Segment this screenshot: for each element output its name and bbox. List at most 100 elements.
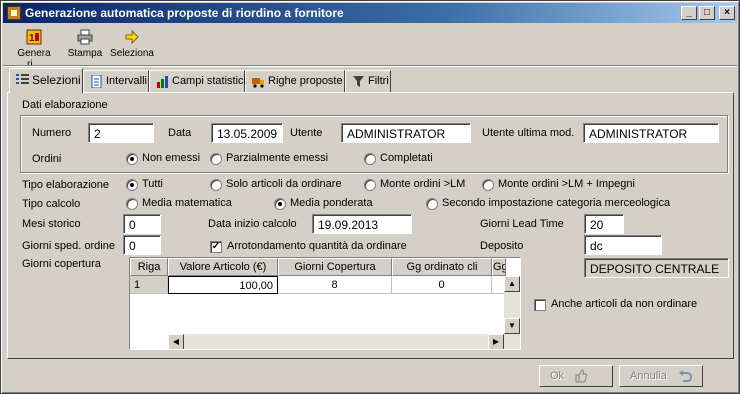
grid-header-giorni[interactable]: Giorni Copertura [278, 258, 392, 276]
tab-filtri[interactable]: Filtri [345, 70, 391, 92]
radio-label: Solo articoli da ordinare [226, 178, 342, 190]
tab-campi-statistici[interactable]: Campi statistici [149, 70, 246, 92]
minimize-button[interactable]: _ [681, 6, 697, 20]
deposito-label: Deposito [480, 240, 524, 252]
scroll-up-icon[interactable]: ▲ [504, 276, 520, 292]
thumbs-up-icon [574, 369, 588, 386]
grid-vertical-scrollbar[interactable]: ▲ ▼ [504, 276, 520, 349]
main-window: Generazione automatica proposte di riord… [0, 0, 740, 394]
grid-header-gg-ordinato[interactable]: Gg ordinato cli [392, 258, 492, 276]
radio-label: Non emessi [142, 152, 201, 164]
table-row-gg-ordinato-cell[interactable]: 0 [392, 276, 492, 294]
numero-label: Numero [32, 127, 72, 139]
tab-intervalli-label: Intervalli [106, 75, 147, 87]
radio-label: Monte ordini >LM + Impegni [498, 178, 635, 190]
radio-label: Media ponderata [290, 197, 373, 209]
radio-dot [426, 198, 438, 210]
data-label: Data [168, 127, 192, 139]
radio-dot [274, 198, 286, 210]
genera-button[interactable]: 1 Genera ri... [11, 29, 57, 70]
anche-articoli-checkbox[interactable]: Anche articoli da non ordinare [534, 298, 698, 311]
tipo-elaborazione-label: Tipo elaborazione [22, 179, 110, 191]
data-inizio-field[interactable]: 19.09.2013 [312, 214, 412, 234]
ordini-non-emessi-radio[interactable]: Non emessi [126, 152, 201, 165]
ordini-label: Ordini [32, 153, 62, 165]
tab-righe-proposte[interactable]: Righe proposte [245, 70, 345, 92]
scroll-right-icon[interactable]: ▶ [488, 334, 504, 349]
dati-elaborazione-heading: Dati elaborazione [22, 99, 108, 111]
mesi-storico-field[interactable]: 0 [123, 214, 161, 234]
annulla-label: Annulla [630, 370, 667, 382]
tab-righe-proposte-label: Righe proposte [268, 75, 343, 87]
numero-field[interactable]: 2 [88, 123, 154, 143]
sped-ordine-field[interactable]: 0 [123, 235, 161, 255]
table-row-giorni-cell[interactable]: 8 [278, 276, 392, 294]
ok-button[interactable]: Ok [539, 365, 613, 387]
radio-dot [482, 179, 494, 191]
interval-icon [90, 74, 103, 89]
sped-ordine-label: Giorni sped. ordine [22, 240, 115, 252]
undo-icon [678, 369, 693, 386]
radio-label: Tutti [142, 178, 163, 190]
maximize-button[interactable]: □ [699, 6, 715, 20]
elab-monte-ordini-impegni-radio[interactable]: Monte ordini >LM + Impegni [482, 178, 635, 191]
radio-dot [210, 153, 222, 165]
window-title: Generazione automatica proposte di riord… [25, 6, 344, 20]
data-inizio-label: Data inizio calcolo [208, 218, 297, 230]
checkbox-label: Anche articoli da non ordinare [551, 298, 698, 310]
elab-tutti-radio[interactable]: Tutti [126, 178, 163, 191]
ordini-completati-radio[interactable]: Completati [364, 152, 433, 165]
arrow-right-icon [124, 29, 140, 45]
list-icon [16, 73, 29, 86]
stampa-label: Stampa [67, 48, 103, 59]
ordini-parzialmente-emessi-radio[interactable]: Parzialmente emessi [210, 152, 329, 165]
radio-label: Secondo impostazione categoria merceolog… [442, 197, 671, 209]
data-field[interactable]: 13.05.2009 [211, 123, 283, 143]
calc-categoria-radio[interactable]: Secondo impostazione categoria merceolog… [426, 197, 671, 210]
tipo-calcolo-label: Tipo calcolo [22, 198, 81, 210]
selezioni-panel: Dati elaborazione Numero 2 Data 13.05.20… [7, 92, 734, 359]
utente-field[interactable]: ADMINISTRATOR [341, 123, 471, 143]
scroll-left-icon[interactable]: ◀ [168, 334, 184, 349]
stampa-button[interactable]: Stampa [65, 29, 105, 59]
grid-header-riga[interactable]: Riga [130, 258, 168, 276]
deposito-field[interactable]: dc [584, 235, 662, 255]
deposito-description: DEPOSITO CENTRALE [584, 258, 729, 278]
radio-dot [126, 179, 138, 191]
grid-header-gg-c[interactable]: Gg c [492, 258, 506, 276]
utente-mod-field[interactable]: ADMINISTRATOR [583, 123, 719, 143]
seleziona-label: Seleziona [110, 48, 154, 59]
toolbar: 1 Genera ri... Stampa Seleziona [3, 25, 737, 70]
table-row-valore-cell[interactable]: 100,00 [168, 276, 278, 294]
giorni-copertura-label: Giorni copertura [22, 258, 101, 270]
toolbar-separator [3, 65, 737, 67]
grid-header-valore[interactable]: Valore Articolo (€) [168, 258, 278, 276]
lead-time-field[interactable]: 20 [584, 214, 624, 234]
utente-label: Utente [290, 127, 323, 139]
grid-horizontal-scrollbar[interactable]: ◀ ▶ [168, 334, 504, 349]
generate-icon: 1 [26, 29, 42, 45]
radio-label: Parzialmente emessi [226, 152, 329, 164]
truck-icon [252, 75, 265, 88]
arrotondamento-checkbox[interactable]: ✓ Arrotondamento quantità da ordinare [210, 240, 407, 253]
checkbox-label: Arrotondamento quantità da ordinare [227, 240, 407, 252]
elab-solo-articoli-radio[interactable]: Solo articoli da ordinare [210, 178, 342, 191]
radio-label: Completati [380, 152, 433, 164]
printer-icon [77, 29, 93, 45]
utente-mod-label: Utente ultima mod. [482, 127, 575, 139]
radio-dot [126, 198, 138, 210]
app-icon [7, 6, 21, 20]
seleziona-button[interactable]: Seleziona [109, 29, 155, 59]
scroll-down-icon[interactable]: ▼ [504, 318, 520, 334]
checkbox-box [534, 299, 546, 311]
mesi-storico-label: Mesi storico [22, 218, 81, 230]
calc-media-ponderata-radio[interactable]: Media ponderata [274, 197, 373, 210]
close-button[interactable]: × [719, 6, 735, 20]
elab-monte-ordini-radio[interactable]: Monte ordini >LM [364, 178, 465, 191]
calc-media-matematica-radio[interactable]: Media matematica [126, 197, 232, 210]
annulla-button[interactable]: Annulla [619, 365, 703, 387]
tab-selezioni[interactable]: Selezioni [9, 68, 83, 93]
ok-label: Ok [550, 370, 565, 382]
tab-filtri-label: Filtri [368, 75, 389, 87]
tab-intervalli[interactable]: Intervalli [83, 70, 149, 92]
